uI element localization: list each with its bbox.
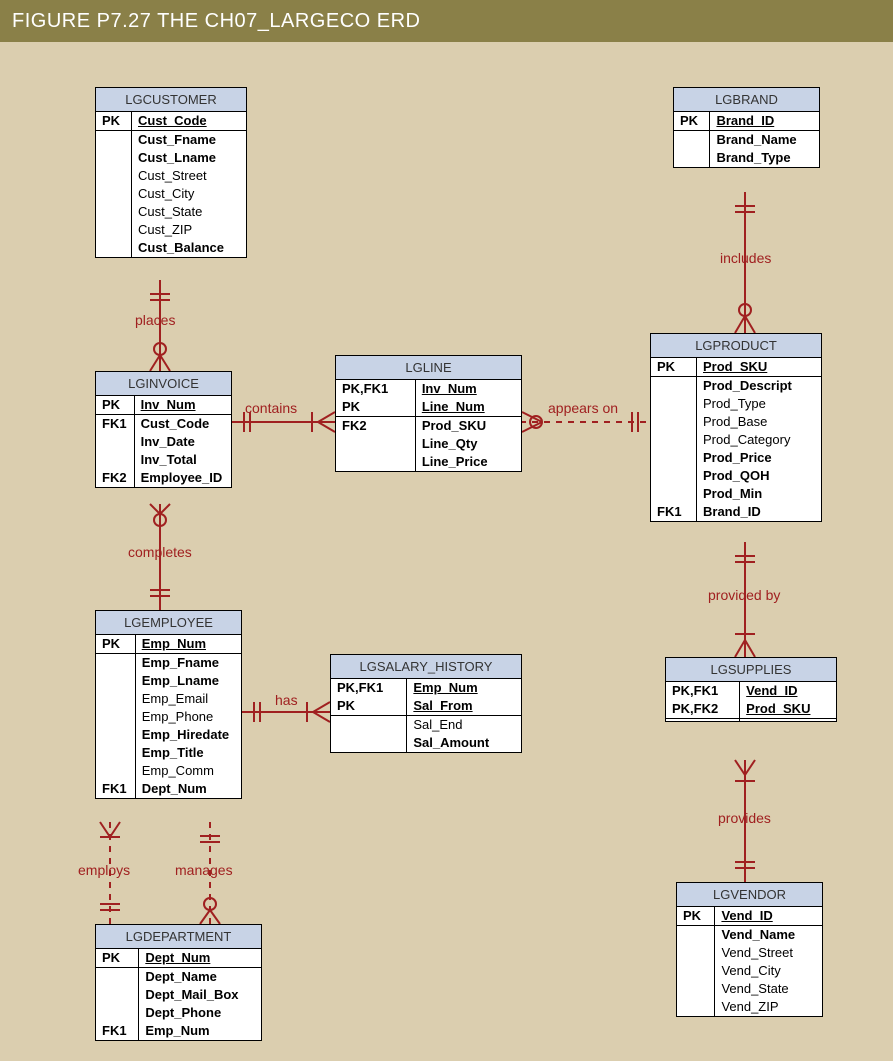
rel-has: has [275,692,298,708]
entity-body: PK,FK1Vend_IDPK,FK2Prod_SKU [666,682,836,721]
entity-lgproduct: LGPRODUCT PKProd_SKUProd_DescriptProd_Ty… [650,333,822,522]
entity-title: LGEMPLOYEE [96,611,241,635]
entity-lgsupplies: LGSUPPLIES PK,FK1Vend_IDPK,FK2Prod_SKU [665,657,837,722]
rel-manages: manages [175,862,233,878]
entity-lgemployee: LGEMPLOYEE PKEmp_NumEmp_FnameEmp_LnameEm… [95,610,242,799]
entity-body: PKProd_SKUProd_DescriptProd_TypeProd_Bas… [651,358,821,521]
erd-canvas: LGCUSTOMER PKCust_CodeCust_FnameCust_Lna… [0,42,893,1061]
entity-lgvendor: LGVENDOR PKVend_IDVend_NameVend_StreetVe… [676,882,823,1017]
entity-body: PK,FK1Emp_NumPKSal_FromSal_EndSal_Amount [331,679,521,752]
entity-title: LGPRODUCT [651,334,821,358]
rel-completes: completes [128,544,192,560]
entity-lgsalary-history: LGSALARY_HISTORY PK,FK1Emp_NumPKSal_From… [330,654,522,753]
entity-body: PKEmp_NumEmp_FnameEmp_LnameEmp_EmailEmp_… [96,635,241,798]
entity-lginvoice: LGINVOICE PKInv_NumFK1Cust_CodeInv_DateI… [95,371,232,488]
figure-title: FIGURE P7.27 THE CH07_LARGECO ERD [0,0,893,42]
rel-places: places [135,312,175,328]
entity-title: LGSUPPLIES [666,658,836,682]
entity-lgcustomer: LGCUSTOMER PKCust_CodeCust_FnameCust_Lna… [95,87,247,258]
rel-contains: contains [245,400,297,416]
rel-includes: includes [720,250,771,266]
entity-title: LGBRAND [674,88,819,112]
entity-body: PKDept_NumDept_NameDept_Mail_BoxDept_Pho… [96,949,261,1040]
entity-body: PKInv_NumFK1Cust_CodeInv_DateInv_TotalFK… [96,396,231,487]
rel-provides: provides [718,810,771,826]
rel-provided-by: provided by [708,587,780,603]
rel-employs: employs [78,862,130,878]
entity-title: LGSALARY_HISTORY [331,655,521,679]
entity-body: PKBrand_IDBrand_NameBrand_Type [674,112,819,167]
entity-body: PKVend_IDVend_NameVend_StreetVend_CityVe… [677,907,822,1016]
entity-body: PKCust_CodeCust_FnameCust_LnameCust_Stre… [96,112,246,257]
entity-lgdepartment: LGDEPARTMENT PKDept_NumDept_NameDept_Mai… [95,924,262,1041]
entity-title: LGLINE [336,356,521,380]
entity-title: LGINVOICE [96,372,231,396]
entity-title: LGVENDOR [677,883,822,907]
rel-appears-on: appears on [548,400,618,416]
entity-body: PK,FK1Inv_NumPKLine_NumFK2Prod_SKULine_Q… [336,380,521,471]
entity-lgline: LGLINE PK,FK1Inv_NumPKLine_NumFK2Prod_SK… [335,355,522,472]
entity-title: LGDEPARTMENT [96,925,261,949]
entity-title: LGCUSTOMER [96,88,246,112]
entity-lgbrand: LGBRAND PKBrand_IDBrand_NameBrand_Type [673,87,820,168]
